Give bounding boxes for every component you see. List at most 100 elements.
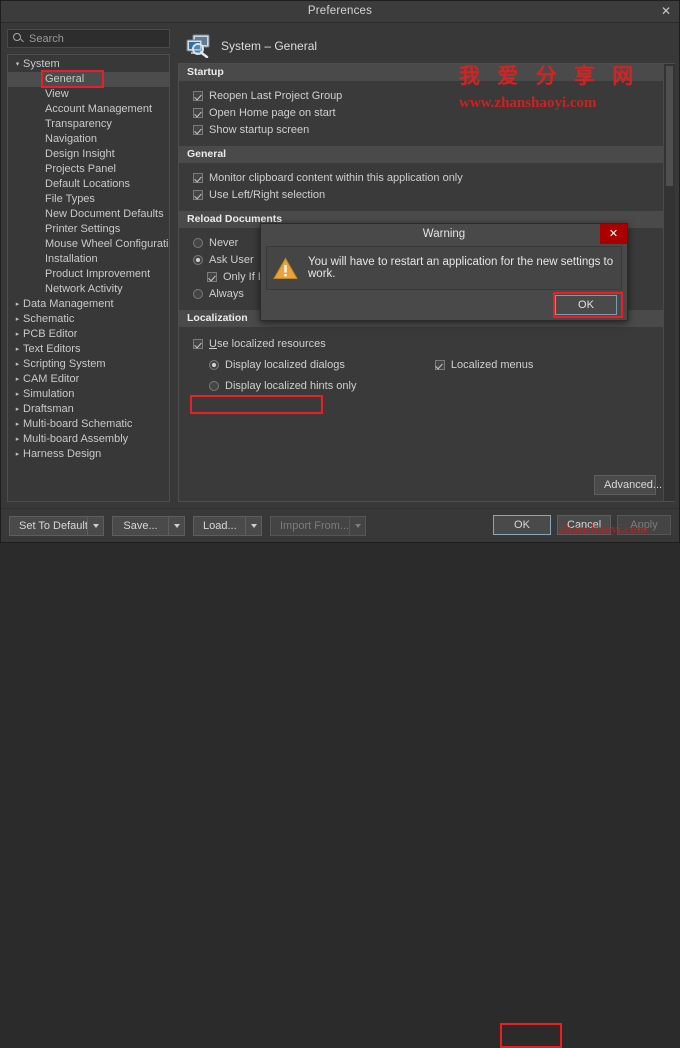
checkbox-icon [207,271,217,282]
sidebar-item-cam-editor[interactable]: ▸ CAM Editor [8,372,169,387]
chevron-right-icon[interactable]: ▸ [12,447,23,462]
dialog-body: You will have to restart an application … [266,246,622,290]
sidebar-item-draftsman[interactable]: ▸ Draftsman [8,402,169,417]
checkbox-use-localized-resources[interactable]: Use localized resources [179,335,663,352]
checkbox-icon [193,189,203,200]
checkbox-icon [193,338,203,349]
warning-dialog: Warning ✕ You will have to restart an ap… [260,223,628,321]
highlight-ok-button [500,1023,562,1048]
page-title: System – General [221,39,318,53]
chevron-right-icon[interactable]: ▸ [12,357,23,372]
sidebar-item-label: Projects Panel [45,163,116,175]
sidebar-item-printer-settings[interactable]: Printer Settings [8,222,169,237]
system-general-icon [186,34,212,59]
save-split: Save... [112,515,185,536]
sidebar-item-label: View [45,88,69,100]
chevron-right-icon[interactable]: ▸ [12,402,23,417]
advanced-button[interactable]: Advanced... [594,475,662,495]
option-label: Always [209,287,244,300]
sidebar-item-label: Text Editors [23,343,81,355]
sidebar-item-default-locations[interactable]: Default Locations [8,177,169,192]
sidebar-item-installation[interactable]: Installation [8,252,169,267]
close-icon[interactable]: ✕ [657,3,675,20]
sidebar-item-projects-panel[interactable]: Projects Panel [8,162,169,177]
save-button[interactable]: Save... [112,515,168,536]
chevron-down-icon[interactable]: ▾ [12,57,23,72]
warning-triangle-icon [273,256,298,280]
sidebar-item-label: System [23,58,60,70]
sidebar-item-data-management[interactable]: ▸ Data Management [8,297,169,312]
sidebar-item-mouse-wheel-configuration[interactable]: Mouse Wheel Configuration [8,237,169,252]
sidebar-item-view[interactable]: View [8,87,169,102]
load-split: Load... [193,515,262,536]
dialog-ok-button[interactable]: OK [555,295,617,315]
radio-display-localized-dialogs[interactable]: Display localized dialogs [209,359,345,371]
option-label: Use localized resources [209,337,326,350]
sidebar-item-account-management[interactable]: Account Management [8,102,169,117]
chevron-right-icon[interactable]: ▸ [12,432,23,447]
search-input[interactable]: Search [7,29,170,48]
checkbox-reopen-last-project-group[interactable]: Reopen Last Project Group [179,87,663,104]
search-placeholder: Search [29,32,64,45]
option-label: Localized menus [450,358,534,371]
window-title: Preferences [307,5,373,17]
sidebar-item-multi-board-assembly[interactable]: ▸ Multi-board Assembly [8,432,169,447]
dialog-button-row: OK [261,290,627,320]
radio-icon [193,288,203,299]
radio-display-localized-hints-only[interactable]: Display localized hints only [179,377,663,394]
chevron-right-icon[interactable]: ▸ [12,417,23,432]
sidebar-item-label: File Types [45,193,95,205]
set-to-defaults-dropdown[interactable] [87,515,104,536]
checkbox-localized-menus[interactable]: Localized menus [434,358,534,371]
sidebar-item-schematic[interactable]: ▸ Schematic [8,312,169,327]
checkbox-show-startup-screen[interactable]: Show startup screen [179,121,663,138]
settings-scrollbar[interactable] [663,64,675,501]
sidebar-item-label: Scripting System [23,358,106,370]
checkbox-open-home-page-on-start[interactable]: Open Home page on start [179,104,663,121]
sidebar-item-pcb-editor[interactable]: ▸ PCB Editor [8,327,169,342]
sidebar-item-transparency[interactable]: Transparency [8,117,169,132]
checkbox-monitor-clipboard[interactable]: Monitor clipboard content within this ap… [179,169,663,186]
sidebar-item-label: Draftsman [23,403,74,415]
scrollbar-thumb[interactable] [666,66,673,186]
sidebar-item-design-insight[interactable]: Design Insight [8,147,169,162]
sidebar-item-product-improvement[interactable]: Product Improvement [8,267,169,282]
chevron-right-icon[interactable]: ▸ [12,372,23,387]
search-icon [13,33,24,44]
chevron-right-icon[interactable]: ▸ [12,327,23,342]
sidebar-item-system[interactable]: ▾ System [8,57,169,72]
sidebar-item-new-document-defaults[interactable]: New Document Defaults [8,207,169,222]
sidebar-item-multi-board-schematic[interactable]: ▸ Multi-board Schematic [8,417,169,432]
sidebar-item-simulation[interactable]: ▸ Simulation [8,387,169,402]
sidebar-item-label: Default Locations [45,178,130,190]
save-dropdown[interactable] [168,515,185,536]
preferences-tree[interactable]: ▾ System General View Account Management Tran… [7,54,170,502]
option-label: Show startup screen [209,123,310,136]
sidebar-item-harness-design[interactable]: ▸ Harness Design [8,447,169,462]
dialog-titlebar: Warning ✕ [261,224,627,246]
sidebar-item-label: Design Insight [45,148,115,160]
page-header: System – General [178,29,675,63]
chevron-right-icon[interactable]: ▸ [12,342,23,357]
sidebar-item-general[interactable]: General [8,72,169,87]
chevron-right-icon[interactable]: ▸ [12,297,23,312]
window-titlebar: Preferences ✕ [1,1,679,23]
footer-right-buttons: OK Cancel Apply [493,515,671,535]
load-dropdown[interactable] [245,515,262,536]
checkbox-use-left-right-selection[interactable]: Use Left/Right selection [179,186,663,203]
chevron-right-icon[interactable]: ▸ [12,387,23,402]
sidebar-item-network-activity[interactable]: Network Activity [8,282,169,297]
sidebar-item-text-editors[interactable]: ▸ Text Editors [8,342,169,357]
dialog-close-icon[interactable]: ✕ [600,224,627,244]
cancel-button[interactable]: Cancel [557,515,611,535]
set-to-defaults-button[interactable]: Set To Defaults [9,515,93,536]
sidebar-item-scripting-system[interactable]: ▸ Scripting System [8,357,169,372]
load-button[interactable]: Load... [193,515,245,536]
sidebar-item-label: Transparency [45,118,112,130]
option-label: Ask User [209,253,254,266]
sidebar-item-navigation[interactable]: Navigation [8,132,169,147]
sidebar-item-label: Simulation [23,388,75,400]
chevron-right-icon[interactable]: ▸ [12,312,23,327]
ok-button[interactable]: OK [493,515,551,535]
sidebar-item-file-types[interactable]: File Types [8,192,169,207]
